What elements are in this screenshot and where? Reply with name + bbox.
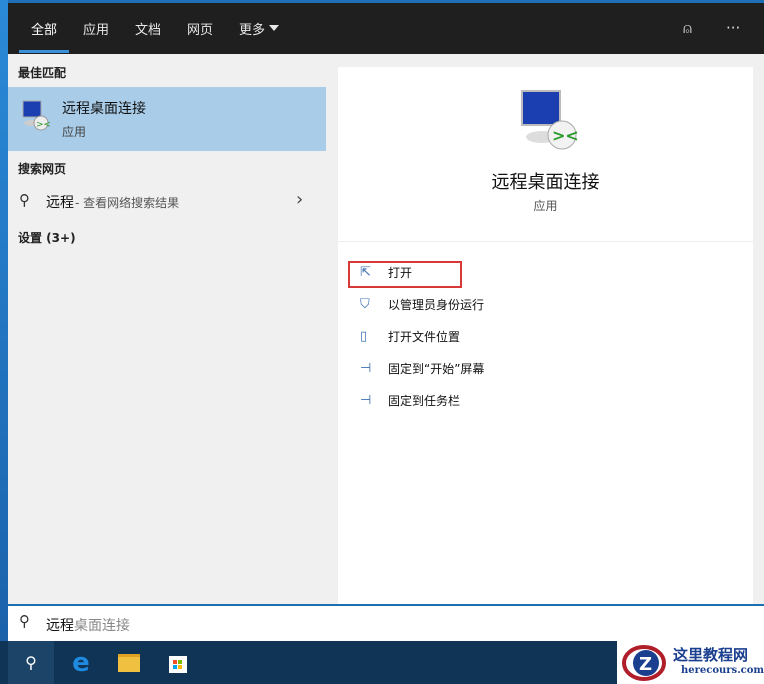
tab-more[interactable]: 更多: [239, 19, 280, 38]
pin-icon: ⊣: [360, 392, 372, 408]
shield-icon: ⛉: [360, 296, 370, 312]
search-box[interactable]: ⚲ 远程 桌面连接: [8, 604, 764, 641]
web-search-item[interactable]: ⚲ 远程 - 查看网络搜索结果 ›: [8, 186, 326, 216]
action-label: 打开: [388, 265, 413, 280]
action-label: 固定到“开始”屏幕: [388, 361, 485, 376]
store-icon[interactable]: [155, 641, 201, 684]
search-typed-text: 远程: [46, 618, 74, 634]
desktop-edge: [0, 0, 8, 684]
settings-header[interactable]: 设置 (3+): [18, 229, 76, 246]
edge-icon[interactable]: e: [58, 641, 104, 684]
detail-card: >< 远程桌面连接 应用 ⇱ 打开 ⛉ 以管理员身份运行 ▯ 打开文件位置 ⊣ 固定到“…: [338, 67, 753, 604]
pin-icon: ⊣: [360, 360, 372, 376]
tab-all[interactable]: 全部: [31, 19, 57, 38]
detail-type: 应用: [533, 199, 558, 213]
action-label: 以管理员身份运行: [388, 297, 485, 312]
tab-web[interactable]: 网页: [187, 19, 213, 38]
watermark-emblem: Z: [622, 645, 666, 681]
divider: [338, 241, 753, 242]
action-label: 固定到任务栏: [388, 393, 461, 408]
watermark-logo: Z 这里教程网 herecours.com: [617, 641, 764, 684]
web-hint: - 查看网络搜索结果: [75, 196, 180, 210]
results-panel: 最佳匹配 >< 远程桌面连接 应用 搜索网页 ⚲ 远程 - 查看网络搜索结果 ›…: [8, 54, 326, 604]
watermark-name: 这里教程网: [673, 646, 749, 664]
tab-documents[interactable]: 文档: [135, 19, 161, 38]
open-icon: ⇱: [360, 264, 371, 280]
svg-text:Z: Z: [639, 654, 652, 675]
svg-text:><: ><: [36, 120, 50, 130]
action-label: 打开文件位置: [388, 329, 461, 344]
tab-apps[interactable]: 应用: [83, 19, 109, 38]
web-query: 远程: [46, 195, 74, 211]
detail-title: 远程桌面连接: [491, 172, 600, 193]
action-open[interactable]: ⇱ 打开: [360, 259, 412, 285]
more-options-icon[interactable]: ···: [726, 19, 740, 37]
best-match-type: 应用: [62, 125, 87, 139]
watermark-url: herecours.com: [681, 665, 764, 676]
search-suggestion-text: 桌面连接: [74, 618, 130, 634]
action-pin-taskbar[interactable]: ⊣ 固定到任务栏: [360, 387, 460, 413]
best-match-item[interactable]: >< 远程桌面连接 应用: [8, 87, 326, 151]
search-icon: ⚲: [19, 612, 30, 630]
remote-desktop-large-icon: ><: [521, 90, 579, 150]
chevron-down-icon: [269, 25, 280, 36]
action-open-file-location[interactable]: ▯ 打开文件位置: [360, 323, 460, 349]
action-pin-start[interactable]: ⊣ 固定到“开始”屏幕: [360, 355, 484, 381]
chevron-right-icon[interactable]: ›: [296, 189, 303, 210]
action-run-as-admin[interactable]: ⛉ 以管理员身份运行: [360, 291, 484, 317]
detail-panel: >< 远程桌面连接 应用 ⇱ 打开 ⛉ 以管理员身份运行 ▯ 打开文件位置 ⊣ 固定到“…: [326, 54, 764, 604]
search-icon: ⚲: [19, 191, 30, 209]
file-explorer-icon[interactable]: [106, 641, 152, 684]
remote-desktop-icon: ><: [22, 100, 50, 131]
feedback-icon[interactable]: ⍝: [683, 19, 692, 37]
svg-text:><: ><: [552, 126, 579, 145]
search-icon[interactable]: ⚲: [8, 641, 54, 684]
web-search-header: 搜索网页: [18, 162, 67, 176]
best-match-title: 远程桌面连接: [62, 101, 146, 117]
search-filter-bar: 全部 应用 文档 网页 更多 ⍝ ···: [8, 3, 764, 54]
best-match-header: 最佳匹配: [18, 66, 67, 80]
active-tab-indicator: [19, 50, 69, 53]
file-icon: ▯: [360, 328, 368, 344]
tab-more-label: 更多: [239, 23, 266, 38]
